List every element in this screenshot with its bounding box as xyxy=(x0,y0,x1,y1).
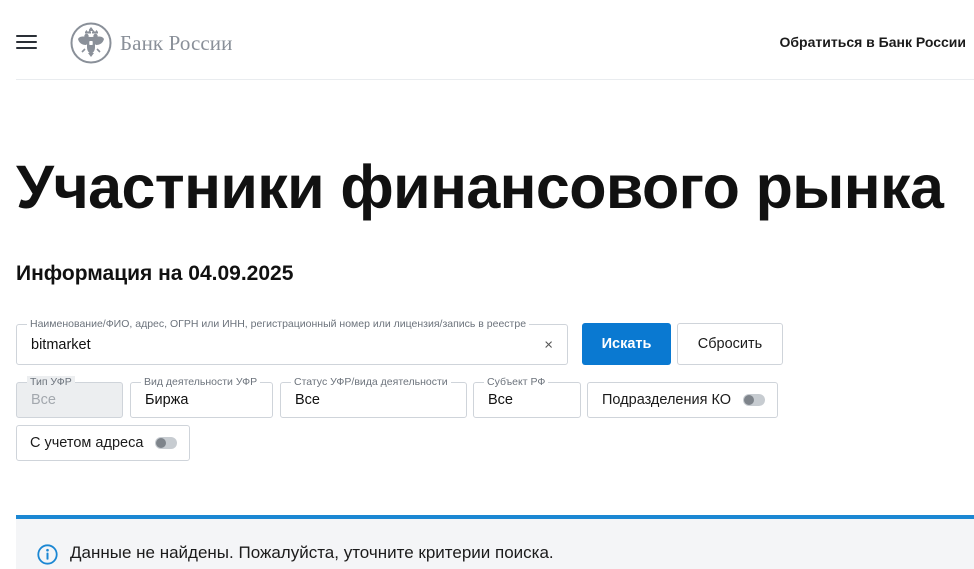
status-select[interactable]: Статус УФР/вида деятельности Все xyxy=(280,376,467,418)
status-label: Статус УФР/вида деятельности xyxy=(291,376,451,388)
bank-logo[interactable]: Банк России xyxy=(70,22,232,64)
no-results-alert: Данные не найдены. Пожалуйста, уточните … xyxy=(16,515,974,569)
region-value: Все xyxy=(488,392,513,408)
site-header: Банк России Обратиться в Банк России xyxy=(0,0,974,80)
branches-switch[interactable] xyxy=(743,394,765,406)
page-title: Участники финансового рынка xyxy=(16,153,944,221)
contact-bank-link[interactable]: Обратиться в Банк России xyxy=(780,34,966,50)
double-headed-eagle-emblem-icon xyxy=(70,22,112,64)
activity-type-value: Биржа xyxy=(145,392,189,408)
reset-button[interactable]: Сбросить xyxy=(677,323,783,365)
ufr-type-select: Тип УФР Все xyxy=(16,376,123,418)
alert-message: Данные не найдены. Пожалуйста, уточните … xyxy=(70,543,554,562)
address-toggle-label: С учетом адреса xyxy=(30,435,144,451)
hamburger-menu-icon[interactable] xyxy=(16,35,37,51)
info-date-heading: Информация на 04.09.2025 xyxy=(16,262,294,285)
activity-type-label: Вид деятельности УФР xyxy=(141,376,261,388)
info-icon xyxy=(37,544,58,565)
search-input[interactable]: Наименование/ФИО, адрес, ОГРН или ИНН, р… xyxy=(16,318,568,365)
bank-name-text: Банк России xyxy=(120,30,233,55)
address-toggle[interactable]: С учетом адреса xyxy=(16,425,190,461)
branches-toggle-label: Подразделения КО xyxy=(602,392,732,408)
activity-type-select[interactable]: Вид деятельности УФР Биржа xyxy=(130,376,273,418)
search-input-value[interactable]: bitmarket xyxy=(31,337,91,353)
search-input-label: Наименование/ФИО, адрес, ОГРН или ИНН, р… xyxy=(27,318,530,330)
search-button[interactable]: Искать xyxy=(582,323,671,365)
branches-toggle[interactable]: Подразделения КО xyxy=(587,382,778,418)
region-select[interactable]: Субъект РФ Все xyxy=(473,376,581,418)
address-switch[interactable] xyxy=(155,437,177,449)
ufr-type-label: Тип УФР xyxy=(27,376,75,388)
region-label: Субъект РФ xyxy=(484,376,549,388)
ufr-type-value: Все xyxy=(31,392,56,408)
clear-search-icon[interactable]: × xyxy=(544,337,553,352)
status-value: Все xyxy=(295,392,320,408)
header-divider xyxy=(16,79,974,80)
